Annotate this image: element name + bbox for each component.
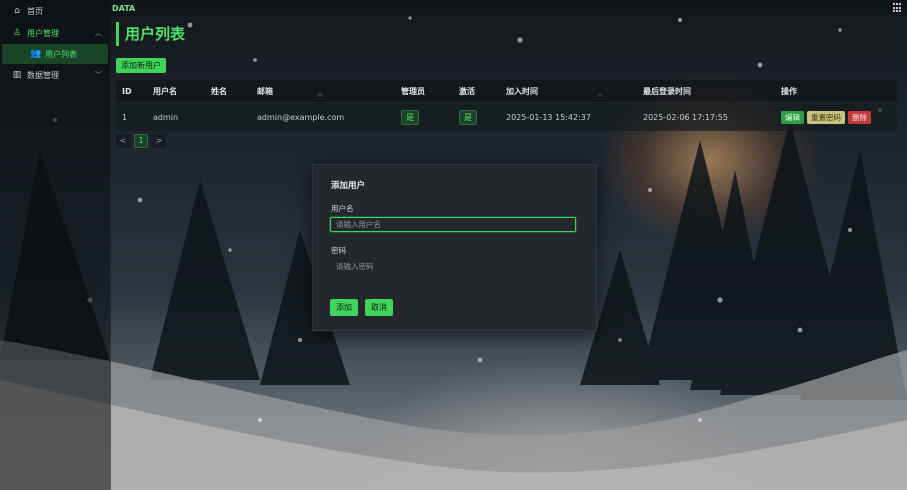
column-header-admin: 管理员 (401, 86, 425, 96)
app-grid-icon[interactable] (893, 3, 903, 13)
sidebar-item-label: 首页 (27, 6, 43, 16)
chevron-up-icon: ︿ (95, 29, 102, 37)
user-icon: ♙ (12, 28, 22, 38)
sidebar-item-label: 用户管理 (27, 28, 59, 38)
sidebar-item-data-management[interactable]: ▥ 数据管理 ﹀ (0, 64, 110, 86)
users-icon: 👥 (30, 49, 42, 59)
column-header-actions: 操作 (781, 86, 797, 96)
page-title: 用户列表 (116, 22, 185, 46)
table-row: 1 admin admin@example.com 是 是 2025-01-13… (116, 103, 897, 131)
bar-chart-icon: ▥ (12, 70, 22, 80)
cell-active: 是 (453, 109, 500, 125)
cell-email: admin@example.com (257, 112, 345, 122)
username-input[interactable] (330, 217, 576, 232)
dialog-title: 添加用户 (331, 181, 366, 191)
sidebar-item-label: 数据管理 (27, 70, 59, 80)
cell-actions: 编辑 重置密码 删除 (775, 110, 907, 124)
column-header-name: 姓名 (211, 86, 227, 96)
cell-username: admin (153, 112, 179, 122)
column-header-id: ID (122, 86, 132, 96)
active-badge: 是 (459, 109, 477, 125)
column-header-created: 加入时间 (506, 86, 538, 96)
brand-logo-text: DATA (112, 3, 136, 13)
cancel-button[interactable]: 取消 (365, 299, 393, 316)
column-header-active: 激活 (459, 86, 475, 96)
password-input[interactable] (330, 259, 576, 274)
edit-button[interactable]: 编辑 (781, 110, 804, 124)
column-header-email: 邮箱 (257, 86, 273, 96)
submit-add-button[interactable]: 添加 (330, 299, 358, 316)
pagination-next[interactable]: > (152, 134, 166, 148)
add-user-button[interactable]: 添加新用户 (116, 58, 166, 73)
cell-admin: 是 (395, 109, 453, 125)
topbar: DATA (110, 0, 907, 16)
column-header-last-login: 最后登录时间 (643, 86, 691, 96)
add-user-dialog: 添加用户 用户名 密码 添加 取消 (312, 164, 597, 331)
reset-password-button[interactable]: 重置密码 (807, 110, 845, 124)
cell-last-login: 2025-02-06 17:17:55 (643, 112, 728, 122)
cell-created: 2025-01-13 15:42:37 (506, 112, 591, 122)
delete-button[interactable]: 删除 (848, 110, 871, 124)
table-header: ID 用户名 姓名 邮箱 管理员 激活 加入时间 最后登录时间 操作 (116, 80, 897, 103)
cell-id: 1 (122, 112, 128, 122)
admin-badge: 是 (401, 109, 419, 125)
sidebar-item-home[interactable]: ⌂ 首页 (0, 0, 110, 22)
sidebar-item-user-list[interactable]: 👥 用户列表 (2, 44, 108, 64)
column-header-username: 用户名 (153, 86, 177, 96)
pagination-prev[interactable]: < (116, 134, 130, 148)
sidebar: ⌂ 首页 ♙ 用户管理 ︿ 👥 用户列表 ▥ 数据管理 ﹀ (0, 0, 111, 490)
home-icon: ⌂ (14, 6, 20, 16)
pagination: < 1 > (116, 134, 166, 148)
user-table: ID 用户名 姓名 邮箱 管理员 激活 加入时间 最后登录时间 操作 1 adm… (116, 80, 897, 131)
chevron-down-icon: ﹀ (95, 71, 102, 79)
password-label: 密码 (331, 246, 346, 255)
pagination-page-current[interactable]: 1 (134, 134, 148, 148)
username-label: 用户名 (331, 204, 354, 213)
sidebar-item-user-management[interactable]: ♙ 用户管理 ︿ (0, 22, 110, 44)
sidebar-item-label: 用户列表 (45, 49, 77, 59)
